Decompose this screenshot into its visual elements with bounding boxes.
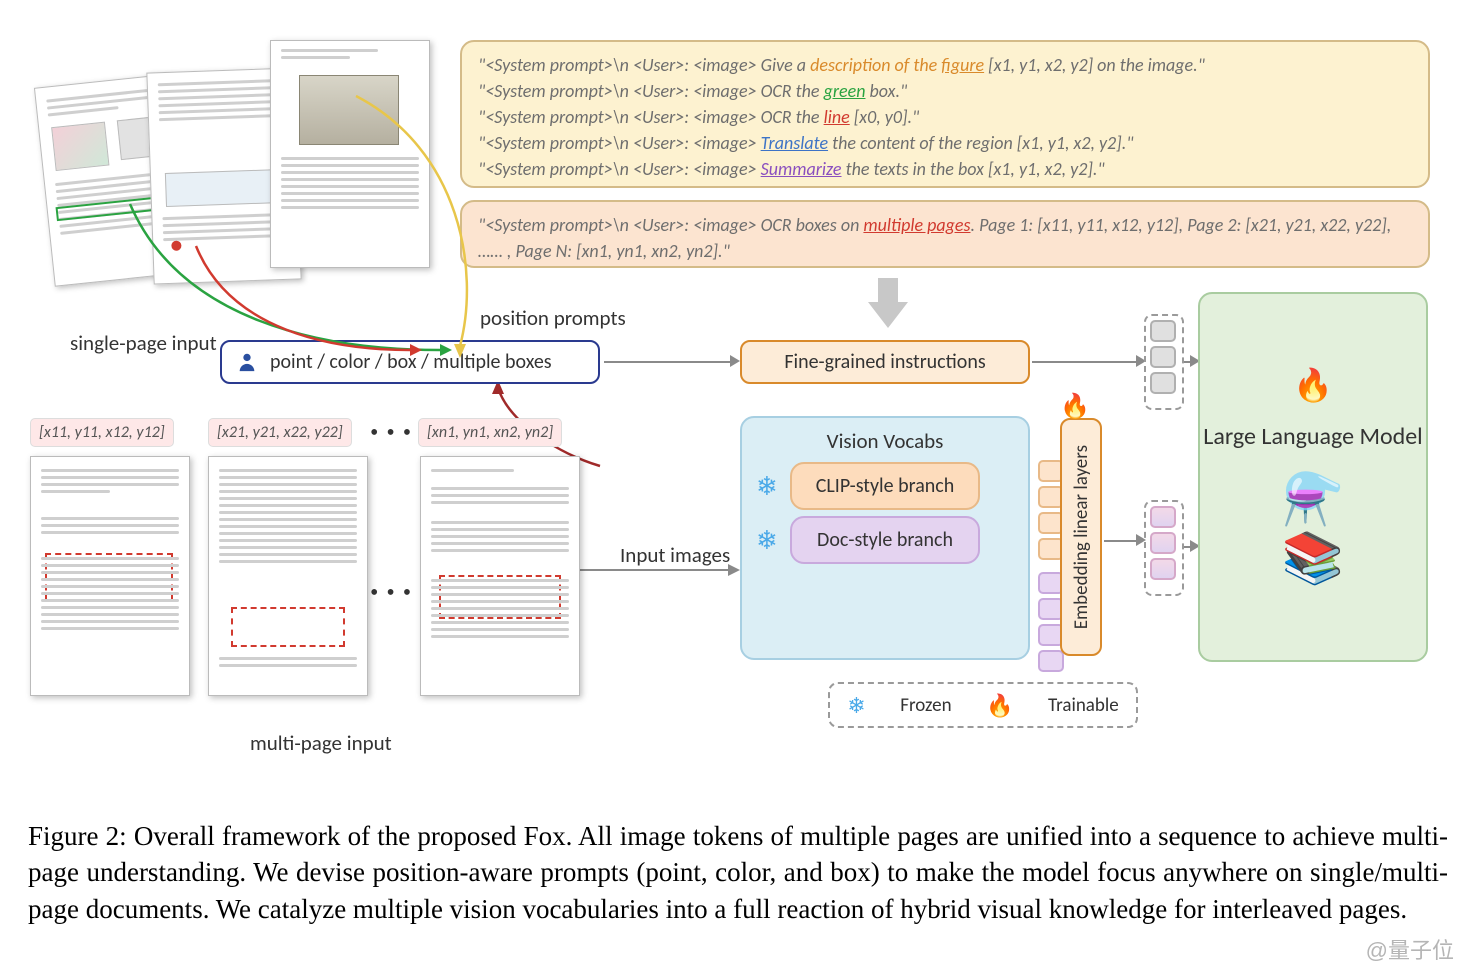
- arrow-line: [1104, 540, 1138, 542]
- arrow-head-icon: [730, 355, 740, 367]
- embedding-linear-layers: Embedding linear layers: [1060, 418, 1102, 656]
- snowflake-icon: ❄: [756, 470, 778, 502]
- snowflake-icon: ❄: [756, 524, 778, 556]
- doc-branch: ❄ Doc-style branch: [790, 516, 980, 564]
- page-thumbnail: [270, 40, 430, 268]
- person-icon: [236, 351, 258, 373]
- fire-icon: 🔥: [986, 692, 1013, 719]
- trainable-label: Trainable: [1048, 694, 1119, 717]
- arrow-head-icon: [1136, 534, 1146, 546]
- figure-caption: Figure 2: Overall framework of the propo…: [28, 818, 1448, 927]
- ellipsis: •••: [370, 580, 419, 607]
- position-prompt-text: point / color / box / multiple boxes: [270, 350, 552, 374]
- arrow-line: [1032, 361, 1138, 363]
- prompt-line: "<System prompt>\n <User>: <image> OCR t…: [478, 78, 1412, 104]
- multipage-thumbnail: [30, 456, 190, 696]
- coord-pill: [x11, y11, x12, y12]: [30, 418, 174, 447]
- instruction-token-group: [1144, 314, 1184, 410]
- watermark: @量子位: [1366, 933, 1454, 965]
- position-prompt-pill: point / color / box / multiple boxes: [220, 340, 600, 384]
- down-arrow-icon: [868, 278, 908, 328]
- single-page-prompts-box: "<System prompt>\n <User>: <image> Give …: [460, 40, 1430, 188]
- vision-vocabs-box: Vision Vocabs ❄ CLIP-style branch ❄ Doc-…: [740, 416, 1030, 660]
- multipage-thumbnail: [420, 456, 580, 696]
- vision-token-group: [1144, 500, 1184, 596]
- ellipsis: •••: [370, 420, 419, 447]
- multipage-thumbnail: [208, 456, 368, 696]
- fox-framework-diagram: "<System prompt>\n <User>: <image> Give …: [20, 20, 1456, 800]
- prompt-line: "<System prompt>\n <User>: <image> Give …: [478, 52, 1412, 78]
- large-language-model-box: 🔥 Large Language Model ⚗️📚: [1198, 292, 1428, 662]
- input-images-label: Input images: [620, 542, 730, 568]
- coord-pill: [xn1, yn1, xn2, yn2]: [418, 418, 562, 447]
- frozen-label: Frozen: [900, 694, 951, 717]
- prompt-line: "<System prompt>\n <User>: <image> Trans…: [478, 130, 1412, 156]
- snowflake-icon: ❄: [847, 692, 865, 719]
- prompt-line: "<System prompt>\n <User>: <image> Summa…: [478, 156, 1412, 182]
- coord-pill: [x21, y21, x22, y22]: [208, 418, 352, 447]
- fire-icon: 🔥: [1293, 366, 1333, 404]
- fire-icon: 🔥: [1060, 392, 1090, 421]
- single-page-input-label: single-page input: [70, 330, 217, 356]
- fine-grained-instructions-box: Fine-grained instructions: [740, 340, 1030, 384]
- llm-label: Large Language Model: [1203, 422, 1422, 452]
- prompt-line: "<System prompt>\n <User>: <image> OCR t…: [478, 104, 1412, 130]
- clip-branch: ❄ CLIP-style branch: [790, 462, 980, 510]
- curtain-image-thumbnail: [299, 75, 399, 145]
- vision-vocabs-title: Vision Vocabs: [754, 428, 1016, 454]
- arrow-line: [604, 361, 732, 363]
- multi-page-input-label: multi-page input: [250, 730, 392, 756]
- legend-box: ❄ Frozen 🔥 Trainable: [828, 682, 1138, 728]
- multi-page-prompt-box: "<System prompt>\n <User>: <image> OCR b…: [460, 200, 1430, 268]
- books-flask-icon: ⚗️📚: [1282, 470, 1344, 588]
- position-prompts-label: position prompts: [480, 305, 626, 331]
